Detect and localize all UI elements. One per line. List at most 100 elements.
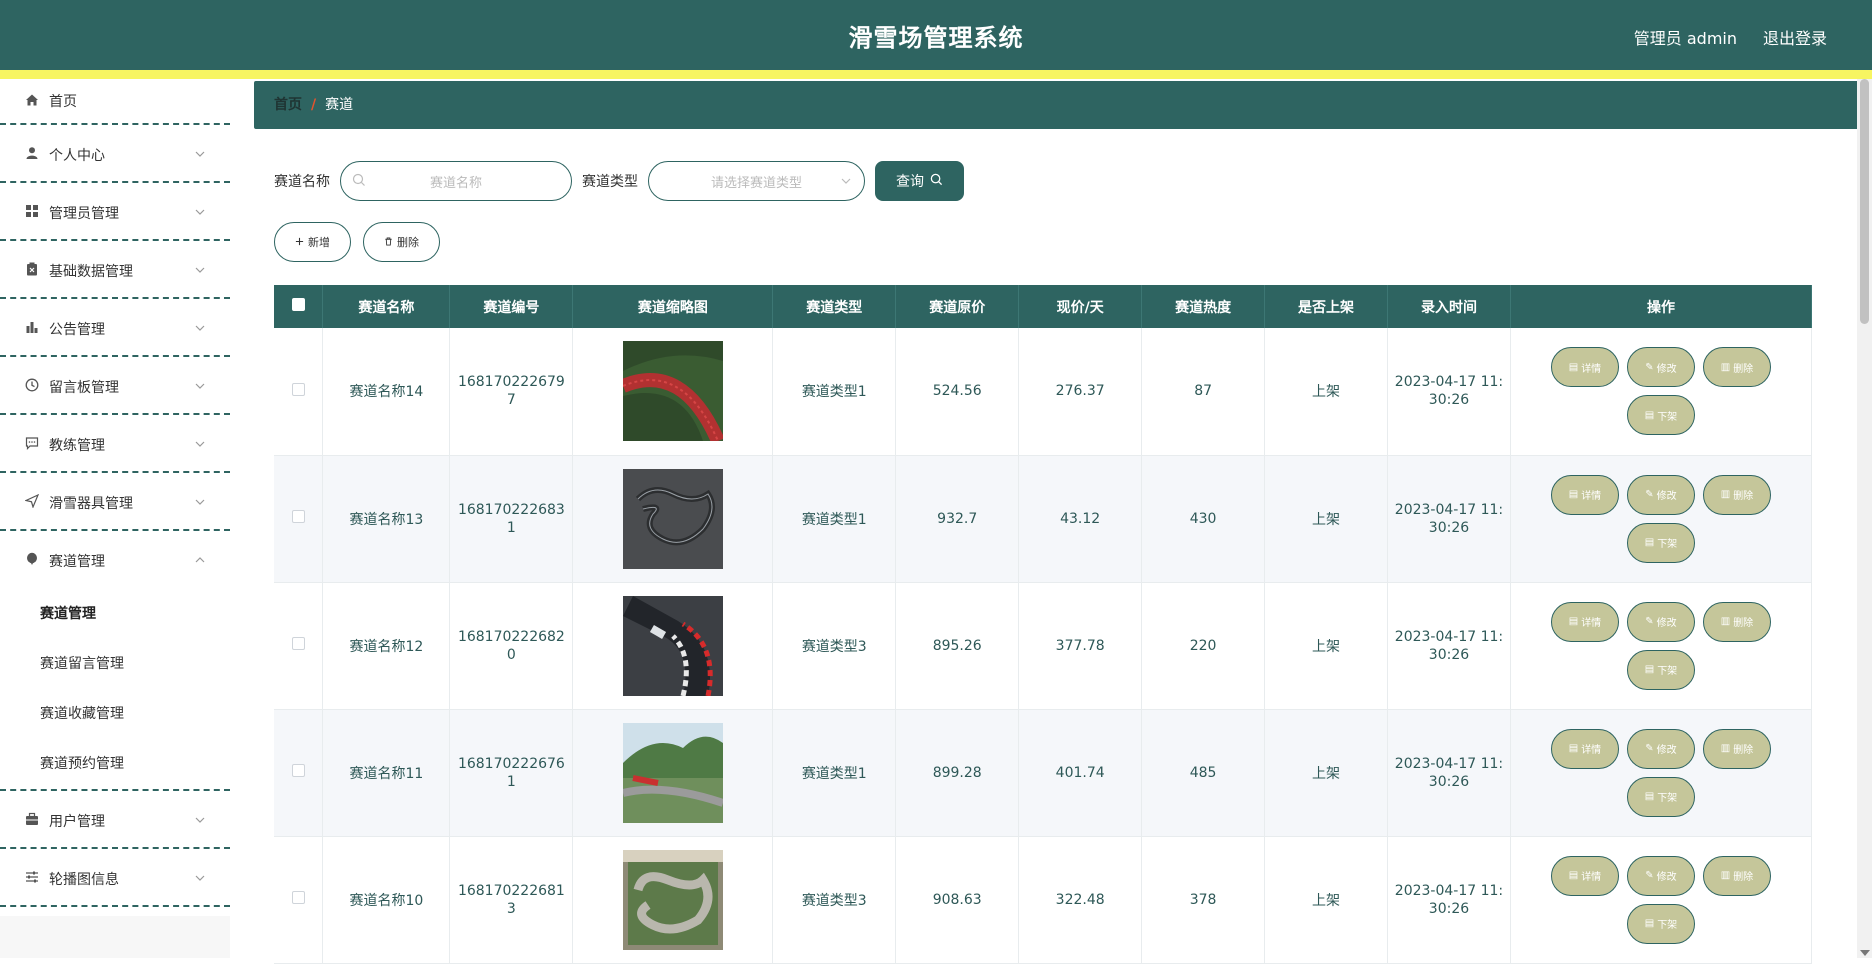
track-code-line: 1: [506, 519, 516, 536]
offshelf-button[interactable]: ▤ 下架: [1626, 395, 1695, 436]
row-select-cell: [274, 709, 324, 837]
offshelf-button[interactable]: ▤ 下架: [1626, 903, 1695, 944]
detail-button[interactable]: ▤ 详情: [1550, 855, 1619, 896]
track-time-line: 30:26: [1428, 392, 1470, 409]
table-row[interactable]: 赛道名称11 168170222676 1 赛道类型1 899.28 401.74 485 上…: [274, 709, 1813, 837]
submenu-track-management[interactable]: 赛道管理: [0, 589, 230, 639]
trash-icon: [384, 236, 393, 249]
sidebar-item-home[interactable]: 首页: [0, 79, 230, 125]
track-thumbnail[interactable]: [622, 849, 723, 950]
row-delete-button[interactable]: ▥ 删除: [1702, 855, 1771, 896]
offshelf-button[interactable]: ▤ 下架: [1626, 649, 1695, 690]
track-type-cell: 赛道类型1: [772, 455, 897, 583]
sidebar-item-notices[interactable]: 公告管理: [0, 299, 230, 357]
track-price-cell: 524.56: [895, 328, 1020, 456]
vertical-scrollbar[interactable]: [1857, 79, 1872, 958]
row-checkbox[interactable]: [291, 510, 305, 523]
column-header[interactable]: 赛道原价: [895, 285, 1020, 328]
submenu-track-favorites[interactable]: 赛道收藏管理: [0, 689, 230, 739]
row-checkbox[interactable]: [291, 382, 305, 396]
row-delete-button[interactable]: ▥ 删除: [1702, 728, 1771, 769]
sidebar-item-tracks[interactable]: 赛道管理: [0, 531, 230, 589]
submenu-track-bookings[interactable]: 赛道预约管理: [0, 739, 230, 789]
edit-button[interactable]: ✎ 修改: [1626, 474, 1695, 515]
column-header[interactable]: 赛道编号: [449, 285, 574, 328]
column-header[interactable]: 赛道名称: [322, 285, 451, 328]
detail-button[interactable]: ▤ 详情: [1550, 474, 1619, 515]
track-code-line: 168170222683: [457, 501, 565, 518]
row-delete-button[interactable]: ▥ 删除: [1702, 474, 1771, 515]
sidebar-item-basic-data[interactable]: 基础数据管理: [0, 241, 230, 299]
add-button-label: 新增: [308, 236, 330, 249]
scrollbar-thumb[interactable]: [1860, 79, 1869, 324]
track-thumbnail-cell: [572, 455, 774, 583]
track-heat-cell: 378: [1141, 836, 1266, 964]
sidebar-item-carousel[interactable]: 轮播图信息: [0, 849, 230, 907]
sidebar-item-profile[interactable]: 个人中心: [0, 125, 230, 183]
offshelf-button[interactable]: ▤ 下架: [1626, 776, 1695, 817]
table-row[interactable]: 赛道名称13 168170222683 1 赛道类型1 932.7 43.12 430 上架 2…: [274, 455, 1813, 583]
sidebar-item-coaches[interactable]: 教练管理: [0, 415, 230, 473]
row-delete-button[interactable]: ▥ 删除: [1702, 601, 1771, 642]
sidebar-item-label: 滑雪器具管理: [49, 496, 133, 512]
select-all-checkbox[interactable]: [291, 298, 305, 311]
detail-button-label: 详情: [1581, 872, 1602, 883]
edit-button[interactable]: ✎ 修改: [1626, 347, 1695, 388]
column-header[interactable]: 现价/天: [1018, 285, 1143, 328]
row-select-cell: [274, 582, 324, 710]
column-header[interactable]: 赛道类型: [772, 285, 897, 328]
grid-icon: [24, 203, 40, 219]
detail-button-label: 详情: [1581, 491, 1602, 502]
track-name-input[interactable]: 赛道名称: [340, 161, 572, 201]
edit-button[interactable]: ✎ 修改: [1626, 855, 1695, 896]
track-code-line: 168170222676: [457, 755, 565, 772]
sidebar-item-messages[interactable]: 留言板管理: [0, 357, 230, 415]
row-delete-button[interactable]: ▥ 删除: [1702, 347, 1771, 388]
row-ops-cell: ▤ 详情 ✎ 修改 ▥ 删除 ▤ 下架: [1510, 836, 1813, 964]
edit-button[interactable]: ✎ 修改: [1626, 728, 1695, 769]
column-header[interactable]: 赛道缩略图: [572, 285, 774, 328]
chat-icon: [24, 435, 40, 451]
table-row[interactable]: 赛道名称14 168170222679 7 赛道类型1 524.56 276.37 87 上架…: [274, 328, 1813, 456]
offshelf-button-label: 下架: [1657, 920, 1678, 931]
track-thumbnail[interactable]: [622, 341, 723, 442]
sidebar-item-admins[interactable]: 管理员管理: [0, 183, 230, 241]
detail-button[interactable]: ▤ 详情: [1550, 601, 1619, 642]
track-type-select[interactable]: 请选择赛道类型: [648, 161, 865, 201]
track-time-cell: 2023-04-17 11: 30:26: [1387, 582, 1511, 710]
sidebar-item-equipment[interactable]: 滑雪器具管理: [0, 473, 230, 531]
detail-button[interactable]: ▤ 详情: [1550, 728, 1619, 769]
row-checkbox[interactable]: [291, 764, 305, 777]
delete-button[interactable]: 删除: [363, 222, 440, 262]
column-header[interactable]: 是否上架: [1264, 285, 1388, 328]
track-time-cell: 2023-04-17 11: 30:26: [1387, 836, 1511, 964]
query-button[interactable]: 查询: [875, 161, 964, 201]
add-button[interactable]: 新增: [274, 222, 351, 262]
track-now-price-cell: 377.78: [1018, 582, 1143, 710]
chevron-up-icon: [194, 551, 208, 565]
row-checkbox[interactable]: [291, 891, 305, 904]
track-thumbnail[interactable]: [622, 468, 723, 569]
track-thumbnail[interactable]: [622, 595, 723, 696]
document-icon: ▤: [1568, 870, 1579, 881]
track-thumbnail[interactable]: [622, 722, 723, 823]
column-header[interactable]: 赛道热度: [1141, 285, 1266, 328]
track-now-price-cell: 43.12: [1018, 455, 1143, 583]
sidebar-item-users[interactable]: 用户管理: [0, 791, 230, 849]
edit-button[interactable]: ✎ 修改: [1626, 601, 1695, 642]
submenu-track-messages[interactable]: 赛道留言管理: [0, 639, 230, 689]
track-time-line: 2023-04-17 11:: [1394, 374, 1504, 391]
sidebar-item-label: 首页: [49, 94, 77, 110]
detail-button[interactable]: ▤ 详情: [1550, 347, 1619, 388]
track-now-price-cell: 276.37: [1018, 328, 1143, 456]
main-content: 首页 / 赛道 赛道名称 赛道名称 赛道类型 请选择赛道类型 查询 新增 删除: [230, 79, 1872, 964]
offshelf-button[interactable]: ▤ 下架: [1626, 522, 1695, 563]
logout-link[interactable]: 退出登录: [1763, 25, 1827, 49]
row-checkbox[interactable]: [291, 637, 305, 650]
scroll-down-arrow[interactable]: [1860, 950, 1870, 956]
table-row[interactable]: 赛道名称12 168170222682 0 赛道类型3 895.26 377.78 220 上…: [274, 582, 1813, 710]
table-row[interactable]: 赛道名称10 168170222681 3 赛道类型3 908.63 322.48 378 上…: [274, 836, 1813, 964]
offshelf-button-label: 下架: [1657, 793, 1678, 804]
column-header[interactable]: 录入时间: [1387, 285, 1511, 328]
breadcrumb-home[interactable]: 首页: [274, 97, 302, 113]
